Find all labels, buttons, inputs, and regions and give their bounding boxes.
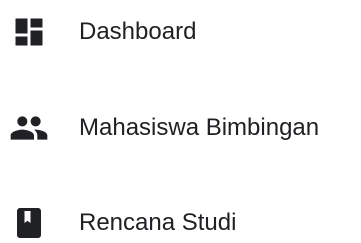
sidebar-item-label: Mahasiswa Bimbingan bbox=[79, 114, 320, 141]
sidebar-item-mahasiswa-bimbingan[interactable]: Mahasiswa Bimbingan bbox=[0, 108, 361, 148]
sidebar-item-label: Rencana Studi bbox=[79, 209, 237, 236]
sidebar-item-label: Dashboard bbox=[79, 18, 197, 45]
people-icon bbox=[9, 108, 49, 148]
sidebar-item-rencana-studi[interactable]: Rencana Studi bbox=[0, 203, 361, 243]
sidebar-nav: Dashboard Mahasiswa Bimbingan Rencana St… bbox=[0, 0, 361, 243]
sidebar-item-dashboard[interactable]: Dashboard bbox=[0, 12, 361, 52]
dashboard-icon bbox=[9, 12, 49, 52]
book-icon bbox=[9, 203, 49, 243]
